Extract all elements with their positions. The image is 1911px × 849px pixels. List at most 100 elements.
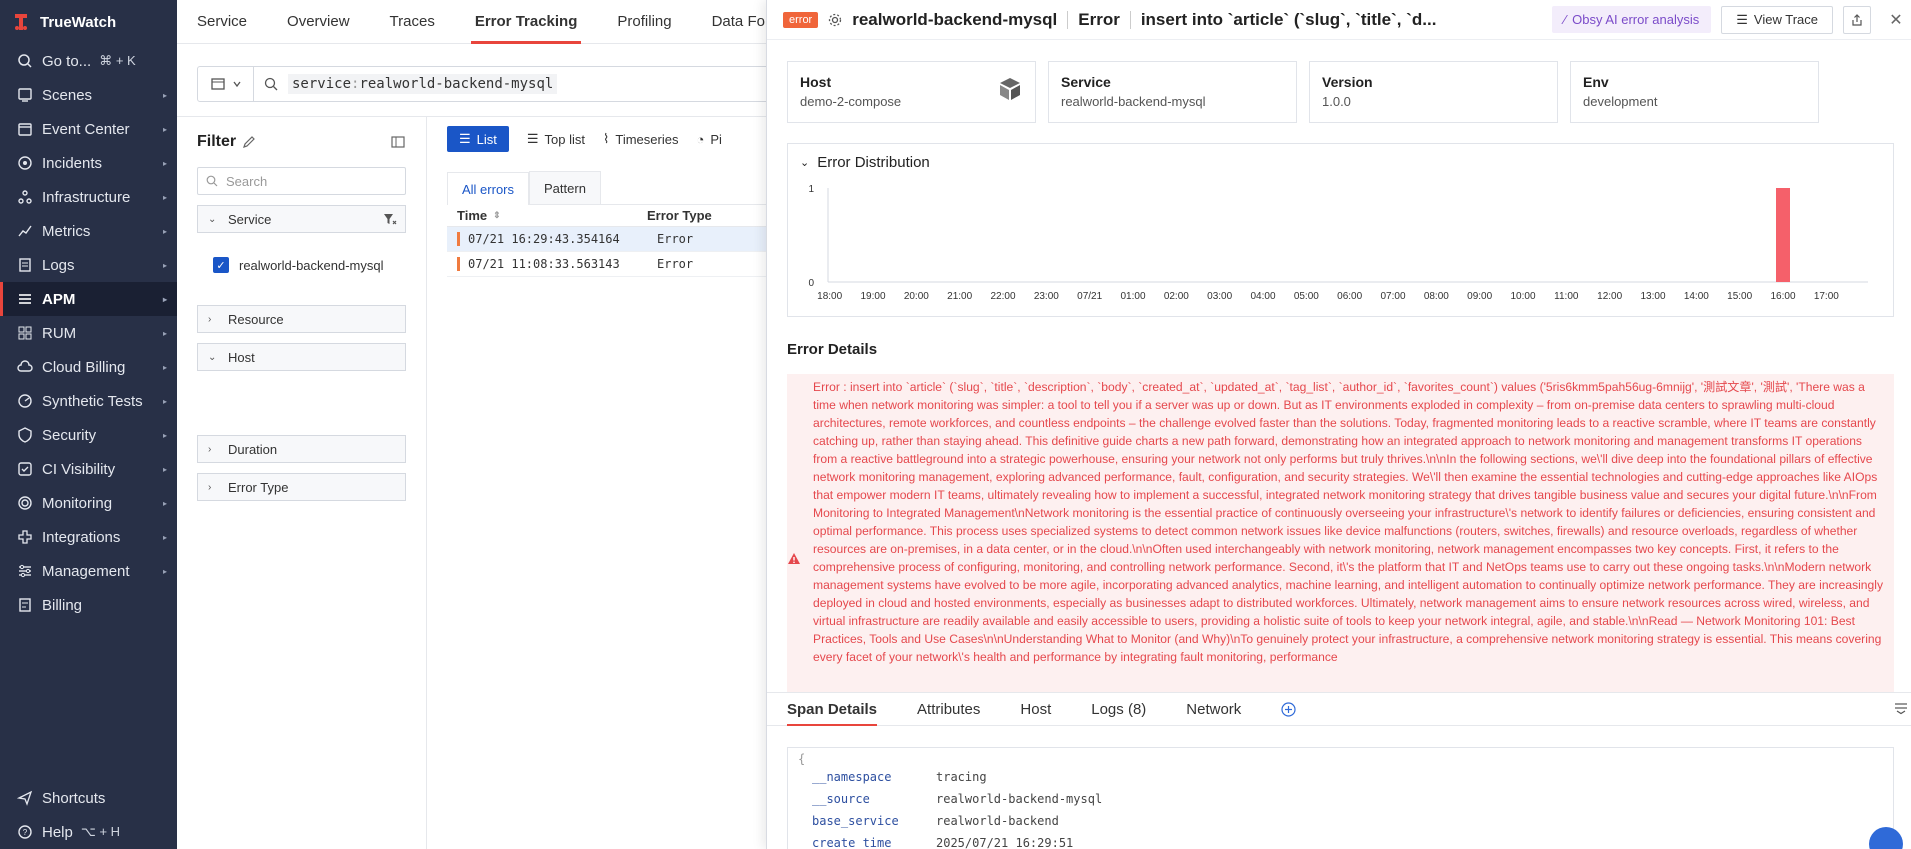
- help-label: Help: [42, 823, 73, 841]
- facet-option[interactable]: ✓ realworld-backend-mysql: [177, 247, 426, 283]
- column-time[interactable]: Time ⇕: [447, 208, 647, 223]
- tab-logs[interactable]: Logs (8): [1091, 693, 1186, 725]
- goto-shortcut: ⌘ + K: [99, 53, 136, 68]
- sidebar-item-cloud-billing[interactable]: Cloud Billing ▸: [0, 350, 177, 384]
- ai-error-analysis-button[interactable]: ⁄ Obsy AI error analysis: [1551, 6, 1712, 33]
- brand-name: TrueWatch: [40, 13, 117, 31]
- scenes-icon: [16, 86, 34, 104]
- add-tab-button[interactable]: [1281, 693, 1296, 725]
- sidebar-item-monitoring[interactable]: Monitoring ▸: [0, 486, 177, 520]
- view-tab-toplist[interactable]: ☰ Top list: [527, 131, 585, 147]
- error-distribution-header[interactable]: ⌄ Error Distribution: [788, 144, 1893, 180]
- facet-duration[interactable]: › Duration: [197, 435, 406, 463]
- search-token-value: realworld-backend-mysql: [359, 76, 554, 92]
- edit-icon[interactable]: [242, 135, 256, 149]
- x-tick-label: 23:00: [1034, 291, 1059, 302]
- infrastructure-icon: [16, 188, 34, 206]
- tab-network[interactable]: Network: [1186, 693, 1281, 725]
- search-bar[interactable]: service:realworld-backend-mysql: [197, 66, 797, 102]
- tab-overview[interactable]: Overview: [267, 0, 370, 43]
- integrations-icon: [16, 528, 34, 546]
- filter-header: Filter: [177, 117, 426, 167]
- facet-host[interactable]: ⌄ Host: [197, 343, 406, 371]
- close-icon[interactable]: ✕: [1881, 10, 1911, 30]
- facet-service[interactable]: ⌄ Service: [197, 205, 406, 233]
- json-row[interactable]: __namespace tracing: [798, 766, 1883, 788]
- search-input[interactable]: service:realworld-backend-mysql: [264, 74, 558, 94]
- view-tab-pie[interactable]: ◔ Pi: [696, 132, 721, 147]
- chevron-right-icon: ▸: [162, 328, 167, 338]
- view-trace-label: View Trace: [1753, 12, 1818, 27]
- table-row[interactable]: 07/21 16:29:43.354164 Error: [447, 227, 767, 252]
- tab-service[interactable]: Service: [177, 0, 267, 43]
- sidebar-item-security[interactable]: Security ▸: [0, 418, 177, 452]
- column-error-type[interactable]: Error Type: [647, 208, 712, 223]
- collapse-panel-icon[interactable]: [390, 134, 406, 150]
- span-tabs: Span Details Attributes Host Logs (8) Ne…: [767, 692, 1911, 726]
- facet-resource[interactable]: › Resource: [197, 305, 406, 333]
- sidebar-shortcuts[interactable]: Shortcuts: [0, 781, 177, 815]
- card-value[interactable]: demo-2-compose: [800, 94, 1023, 109]
- x-tick-label: 04:00: [1250, 291, 1275, 302]
- tab-pattern[interactable]: Pattern: [529, 171, 601, 204]
- goto-search[interactable]: Go to... ⌘ + K: [0, 44, 177, 78]
- tab-traces[interactable]: Traces: [370, 0, 455, 43]
- tab-all-errors[interactable]: All errors: [447, 172, 530, 205]
- toplist-icon: ☰: [526, 131, 539, 146]
- help-shortcut: ⌥ + H: [80, 824, 121, 839]
- view-tab-list[interactable]: ☰ List: [447, 126, 509, 152]
- facet-error-type[interactable]: › Error Type: [197, 473, 406, 501]
- status-badge: error: [783, 11, 819, 28]
- search-token-key: service: [292, 76, 352, 92]
- tab-profiling[interactable]: Profiling: [597, 0, 691, 43]
- sidebar-item-event-center[interactable]: Event Center ▸: [0, 112, 177, 146]
- data-source-selector[interactable]: [198, 67, 254, 101]
- card-value: development: [1583, 94, 1658, 109]
- sidebar-item-logs[interactable]: Logs ▸: [0, 248, 177, 282]
- view-tab-timeseries[interactable]: ⌇ Timeseries: [603, 131, 678, 147]
- tab-span-details[interactable]: Span Details: [787, 693, 917, 726]
- sidebar-item-billing[interactable]: Billing: [0, 588, 177, 622]
- sidebar-item-synthetic-tests[interactable]: Synthetic Tests ▸: [0, 384, 177, 418]
- assistant-fab-button[interactable]: [1869, 827, 1903, 849]
- sidebar-help[interactable]: ? Help ⌥ + H: [0, 815, 177, 849]
- checkbox-checked[interactable]: ✓: [213, 257, 229, 273]
- brand[interactable]: TrueWatch: [0, 0, 177, 44]
- view-trace-button[interactable]: ☰ View Trace: [1721, 5, 1833, 34]
- json-row[interactable]: __source realworld-backend-mysql: [798, 788, 1883, 810]
- x-tick-label: 17:00: [1814, 291, 1839, 302]
- severity-marker: [457, 257, 460, 271]
- tab-host[interactable]: Host: [1020, 693, 1091, 725]
- json-row[interactable]: create_time 2025/07/21 16:29:51: [798, 832, 1883, 849]
- table-row[interactable]: 07/21 11:08:33.563143 Error: [447, 252, 767, 277]
- json-row[interactable]: base_service realworld-backend: [798, 810, 1883, 832]
- card-value[interactable]: realworld-backend-mysql: [1061, 94, 1284, 109]
- sidebar-item-infrastructure[interactable]: Infrastructure ▸: [0, 180, 177, 214]
- share-button[interactable]: [1843, 5, 1871, 34]
- sidebar-item-label: Monitoring: [42, 494, 113, 512]
- sidebar-item-apm[interactable]: APM ▸: [0, 282, 177, 316]
- sidebar-item-metrics[interactable]: Metrics ▸: [0, 214, 177, 248]
- search-token[interactable]: service:realworld-backend-mysql: [288, 74, 558, 94]
- filter-clear-icon[interactable]: [383, 212, 397, 226]
- facet-label: Service: [228, 211, 272, 227]
- sidebar-item-integrations[interactable]: Integrations ▸: [0, 520, 177, 554]
- view-tab-label: Top list: [544, 131, 586, 147]
- sidebar-item-rum[interactable]: RUM ▸: [0, 316, 177, 350]
- tab-attributes[interactable]: Attributes: [917, 693, 1020, 725]
- column-label: Time: [457, 208, 488, 223]
- sidebar-item-scenes[interactable]: Scenes ▸: [0, 78, 177, 112]
- x-tick-label: 08:00: [1424, 291, 1449, 302]
- sidebar-item-ci-visibility[interactable]: CI Visibility ▸: [0, 452, 177, 486]
- card-label: Service: [1061, 74, 1111, 90]
- chevron-right-icon: ▸: [162, 294, 167, 304]
- x-tick-label: 10:00: [1510, 291, 1535, 302]
- filter-search-input[interactable]: Search: [197, 167, 406, 195]
- divider: [1067, 10, 1069, 29]
- chevron-right-icon: ▸: [162, 362, 167, 372]
- sidebar-item-incidents[interactable]: Incidents ▸: [0, 146, 177, 180]
- tab-error-tracking[interactable]: Error Tracking: [455, 0, 598, 44]
- sidebar-item-management[interactable]: Management ▸: [0, 554, 177, 588]
- facet-label: Host: [228, 349, 255, 365]
- list-settings-icon[interactable]: [1894, 701, 1908, 715]
